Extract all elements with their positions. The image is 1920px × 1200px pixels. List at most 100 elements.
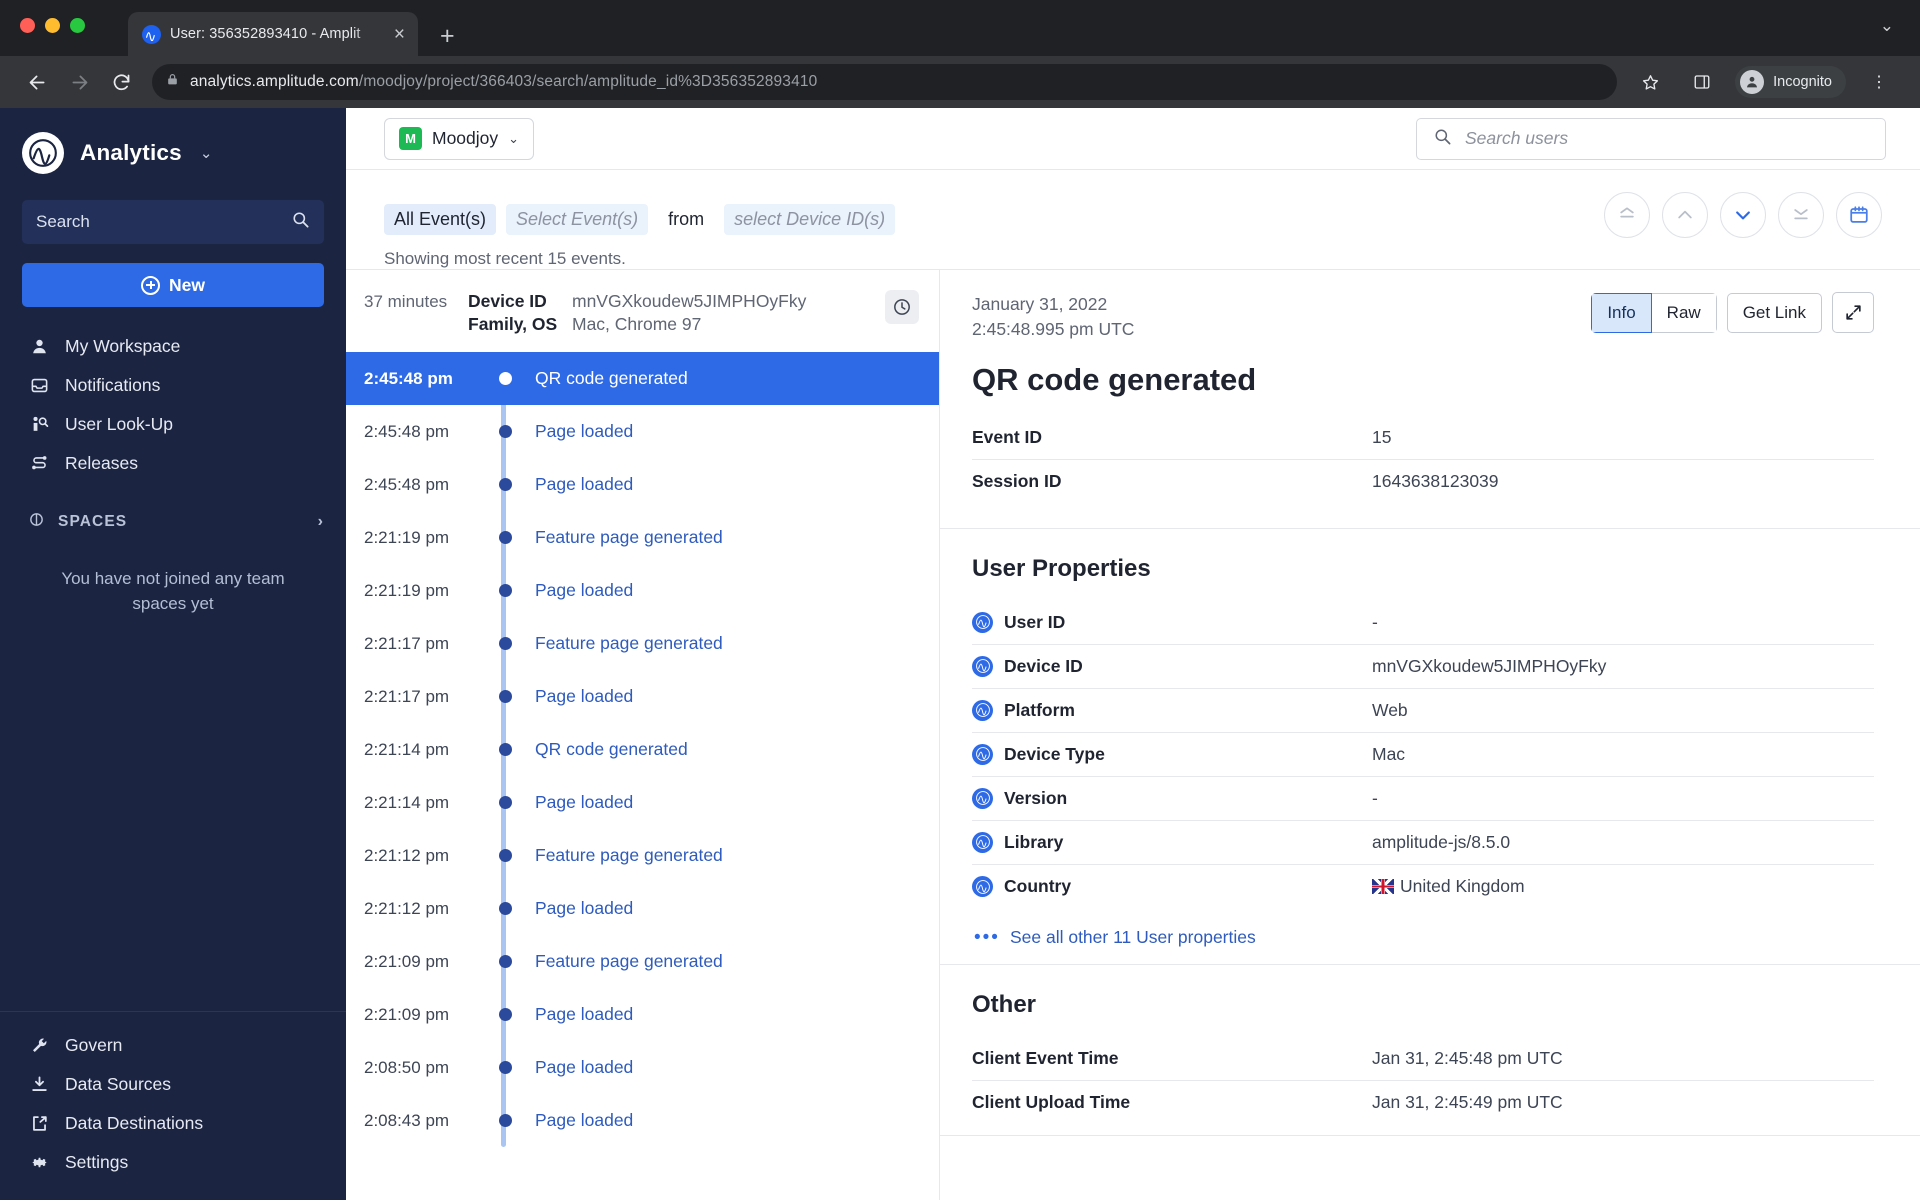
- tab-raw[interactable]: Raw: [1651, 292, 1717, 333]
- event-row[interactable]: 2:45:48 pm Page loaded: [346, 405, 939, 458]
- close-tab-button[interactable]: ×: [391, 25, 408, 44]
- event-row-name[interactable]: Page loaded: [522, 580, 633, 601]
- next-event-icon[interactable]: [1720, 192, 1766, 238]
- new-button[interactable]: New: [22, 263, 324, 307]
- event-row-name[interactable]: Page loaded: [522, 474, 633, 495]
- sidebar-item-settings[interactable]: Settings: [0, 1143, 346, 1182]
- event-row-time: 2:45:48 pm: [364, 368, 453, 388]
- tab-info[interactable]: Info: [1591, 292, 1652, 333]
- address-bar[interactable]: analytics.amplitude.com/moodjoy/project/…: [152, 64, 1618, 100]
- event-row-name[interactable]: QR code generated: [522, 368, 688, 389]
- event-row-name[interactable]: Page loaded: [522, 898, 633, 919]
- event-row-name[interactable]: Page loaded: [522, 421, 633, 442]
- event-row-name[interactable]: QR code generated: [522, 739, 688, 760]
- spaces-section-header[interactable]: SPACES ›: [0, 483, 346, 533]
- filter-select-events[interactable]: Select Event(s): [506, 204, 649, 235]
- event-row-name[interactable]: Feature page generated: [522, 845, 723, 866]
- close-window-button[interactable]: [20, 18, 35, 33]
- calendar-icon[interactable]: [1836, 192, 1882, 238]
- event-row[interactable]: 2:45:48 pm QR code generated: [346, 352, 939, 406]
- event-row-name[interactable]: Feature page generated: [522, 527, 723, 548]
- chevron-right-icon[interactable]: ›: [318, 513, 324, 531]
- brand-name: Analytics: [80, 140, 182, 165]
- event-row[interactable]: 2:21:14 pm Page loaded: [346, 776, 939, 829]
- event-row[interactable]: 2:08:43 pm Page loaded: [346, 1094, 939, 1147]
- search-users-input[interactable]: Search users: [1416, 117, 1886, 160]
- previous-event-icon[interactable]: [1662, 192, 1708, 238]
- event-row[interactable]: 2:21:12 pm Page loaded: [346, 882, 939, 935]
- event-row[interactable]: 2:21:09 pm Page loaded: [346, 988, 939, 1041]
- maximize-window-button[interactable]: [70, 18, 85, 33]
- project-name: Moodjoy: [432, 128, 499, 148]
- property-row: Client Upload Time Jan 31, 2:45:49 pm UTC: [972, 1081, 1874, 1125]
- event-row-dot: [488, 584, 522, 598]
- event-row[interactable]: 2:45:48 pm Page loaded: [346, 458, 939, 511]
- toolbar-actions: Incognito ⋮: [1631, 63, 1902, 101]
- event-row[interactable]: 2:21:19 pm Page loaded: [346, 564, 939, 617]
- lock-icon: [166, 72, 179, 92]
- forward-button[interactable]: [60, 63, 98, 101]
- project-selector[interactable]: M Moodjoy ⌄: [384, 117, 535, 160]
- back-button[interactable]: [18, 63, 56, 101]
- get-link-button[interactable]: Get Link: [1726, 292, 1822, 333]
- browser-tab[interactable]: User: 356352893410 - Amplit ×: [128, 12, 418, 56]
- jump-to-first-icon[interactable]: [1604, 192, 1650, 238]
- sidebar-item-releases[interactable]: Releases: [0, 444, 346, 483]
- amplitude-logo-icon: [22, 132, 64, 174]
- event-row[interactable]: 2:21:17 pm Page loaded: [346, 670, 939, 723]
- search-users-placeholder: Search users: [1465, 128, 1569, 148]
- see-all-user-properties-link[interactable]: ••• See all other 11 User properties: [972, 909, 1874, 954]
- sidebar-item-user-look-up[interactable]: User Look-Up: [0, 405, 346, 444]
- event-row[interactable]: 2:08:50 pm Page loaded: [346, 1041, 939, 1094]
- property-value: 15: [1372, 426, 1392, 447]
- bookmark-star-icon[interactable]: [1631, 63, 1669, 101]
- url-domain: analytics.amplitude.com: [190, 73, 359, 90]
- event-row-name[interactable]: Page loaded: [522, 1004, 633, 1025]
- reload-button[interactable]: [102, 63, 140, 101]
- tab-title: User: 356352893410 - Amplit: [170, 26, 361, 42]
- event-row-dot: [488, 849, 522, 863]
- minimize-window-button[interactable]: [45, 18, 60, 33]
- window-traffic-lights[interactable]: [20, 18, 85, 33]
- property-key: Library: [972, 831, 1372, 853]
- sidebar-item-data-sources[interactable]: Data Sources: [0, 1065, 346, 1104]
- event-row-name[interactable]: Feature page generated: [522, 951, 723, 972]
- united-kingdom-flag-icon: [1372, 879, 1394, 895]
- event-row[interactable]: 2:21:17 pm Feature page generated: [346, 617, 939, 670]
- event-row[interactable]: 2:21:09 pm Feature page generated: [346, 935, 939, 988]
- chevron-down-icon: ⌄: [199, 145, 213, 162]
- url-text: analytics.amplitude.com/moodjoy/project/…: [190, 73, 817, 91]
- sidebar-item-data-destinations[interactable]: Data Destinations: [0, 1104, 346, 1143]
- event-row-name[interactable]: Page loaded: [522, 1110, 633, 1131]
- jump-to-last-icon[interactable]: [1778, 192, 1824, 238]
- side-panel-icon[interactable]: [1683, 63, 1721, 101]
- see-all-label: See all other 11 User properties: [1009, 926, 1256, 947]
- sidebar-item-govern[interactable]: Govern: [0, 1026, 346, 1065]
- event-row-name[interactable]: Page loaded: [522, 1057, 633, 1078]
- event-row[interactable]: 2:21:14 pm QR code generated: [346, 723, 939, 776]
- event-row-time: 2:08:50 pm: [364, 1057, 450, 1077]
- filter-select-device-ids[interactable]: select Device ID(s): [724, 204, 896, 235]
- event-detail-actions: Info Raw Get Link: [1591, 292, 1874, 333]
- event-row[interactable]: 2:21:12 pm Feature page generated: [346, 829, 939, 882]
- browser-menu-icon[interactable]: ⋮: [1860, 63, 1898, 101]
- expand-icon[interactable]: [1832, 292, 1874, 333]
- property-row: Country United Kingdom: [972, 865, 1874, 909]
- filter-from-label: from: [668, 209, 705, 229]
- sidebar-search-input[interactable]: Search: [22, 200, 324, 244]
- event-row-name[interactable]: Page loaded: [522, 686, 633, 707]
- sidebar-item-label: Data Destinations: [65, 1113, 204, 1133]
- workspace-switcher[interactable]: Analytics ⌄: [0, 108, 346, 180]
- event-row-name[interactable]: Feature page generated: [522, 633, 723, 654]
- window-menu-icon[interactable]: ⌄: [1880, 16, 1894, 36]
- event-row-dot: [488, 902, 522, 916]
- sidebar-item-my-workspace[interactable]: My Workspace: [0, 327, 346, 366]
- clock-icon[interactable]: [885, 290, 919, 324]
- other-title: Other: [972, 990, 1037, 1018]
- event-row-name[interactable]: Page loaded: [522, 792, 633, 813]
- filter-all-events[interactable]: All Event(s): [384, 204, 497, 235]
- incognito-indicator[interactable]: Incognito: [1735, 66, 1846, 98]
- new-tab-button[interactable]: +: [440, 24, 455, 49]
- event-row[interactable]: 2:21:19 pm Feature page generated: [346, 511, 939, 564]
- sidebar-item-notifications[interactable]: Notifications: [0, 366, 346, 405]
